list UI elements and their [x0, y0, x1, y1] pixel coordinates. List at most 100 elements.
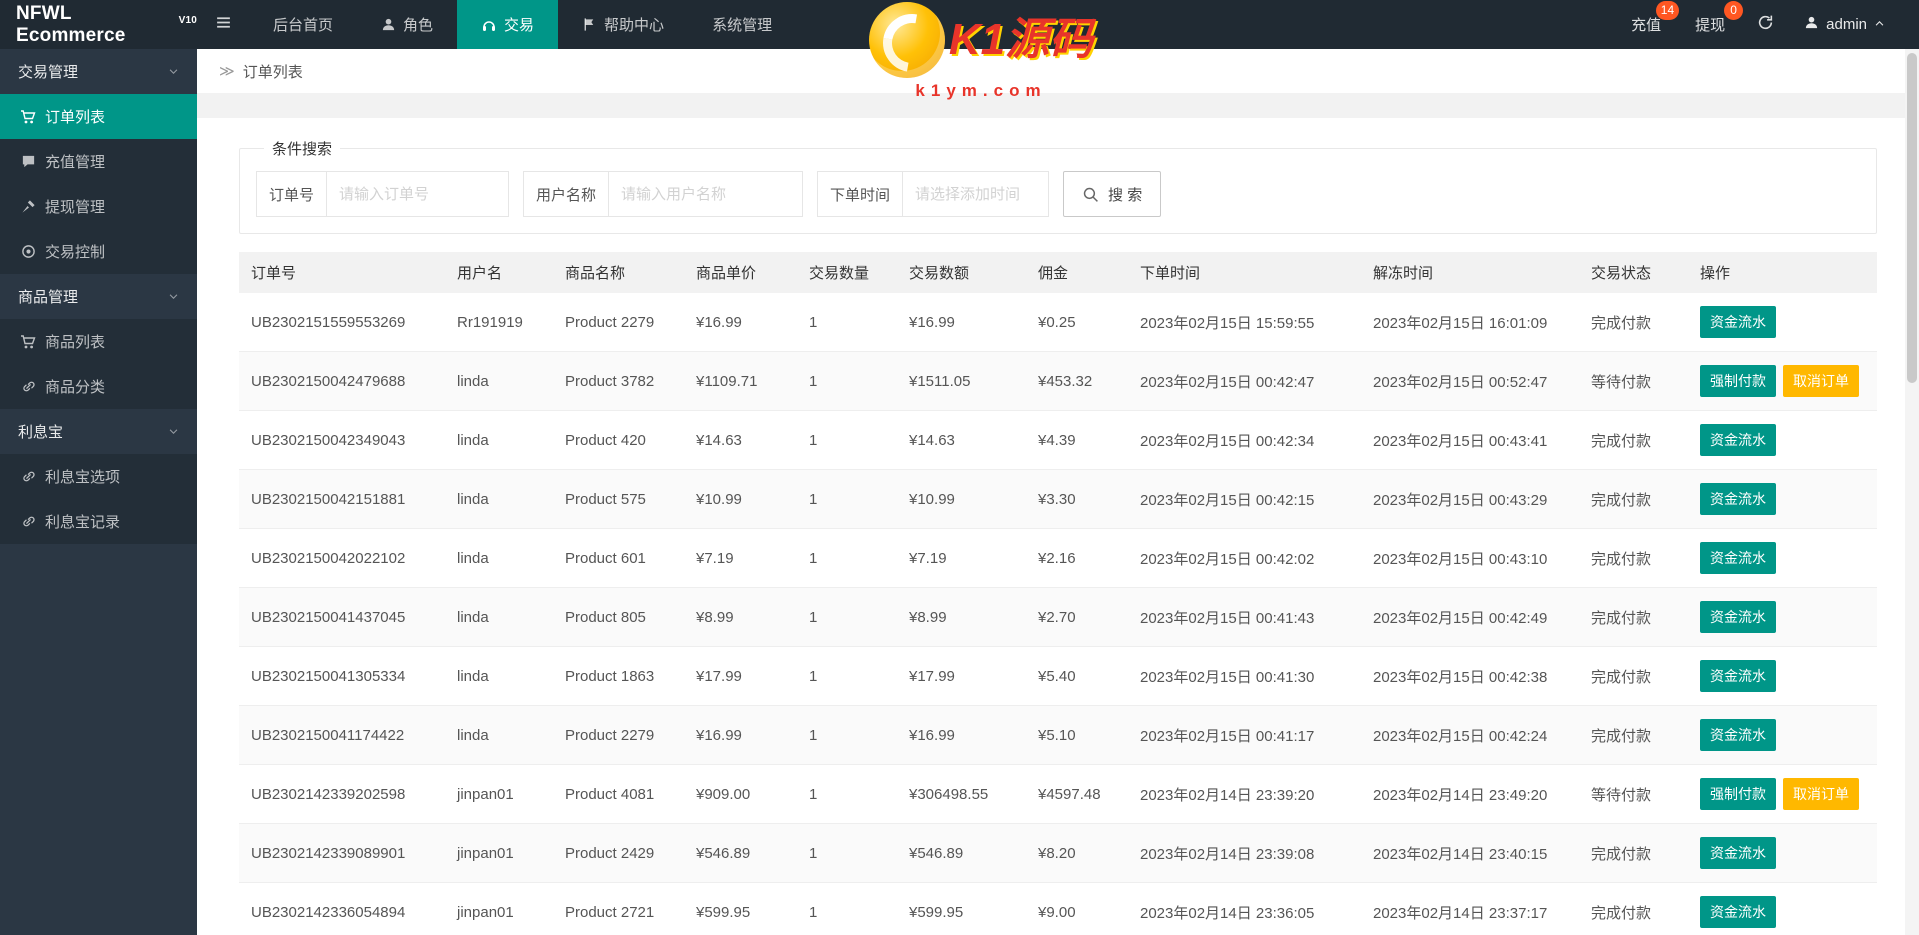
cell-unfreeze-time: 2023年02月14日 23:37:17: [1361, 882, 1579, 935]
cell-username: linda: [445, 587, 553, 647]
cell-amount: ¥10.99: [897, 469, 1026, 529]
fund-flow-button[interactable]: 资金流水: [1700, 306, 1776, 338]
link-icon: [20, 514, 36, 529]
flag-icon: [582, 17, 597, 32]
sidebar-item-product-list[interactable]: 商品列表: [0, 319, 197, 364]
table-row: UB2302142339089901 jinpan01 Product 2429 ¥5…: [239, 823, 1877, 883]
nav-item-home[interactable]: 后台首页: [249, 0, 357, 49]
sidebar-item-trade-control[interactable]: 交易控制: [0, 229, 197, 274]
cell-order-time: 2023年02月15日 00:41:43: [1128, 587, 1361, 647]
sidebar-item-product-category[interactable]: 商品分类: [0, 364, 197, 409]
table-row: UB2302142336054894 jinpan01 Product 2721 ¥5…: [239, 882, 1877, 935]
sidebar-group-label: 商品管理: [18, 289, 79, 306]
cancel-order-button[interactable]: 取消订单: [1783, 778, 1859, 810]
fund-flow-button[interactable]: 资金流水: [1700, 837, 1776, 869]
cell-actions: 资金流水: [1688, 293, 1877, 352]
cell-username: jinpan01: [445, 823, 553, 883]
sidebar-group-trade-manage[interactable]: 交易管理: [0, 49, 197, 94]
sidebar-item-withdraw-manage[interactable]: 提现管理: [0, 184, 197, 229]
cell-qty: 1: [797, 293, 897, 352]
fund-flow-button[interactable]: 资金流水: [1700, 660, 1776, 692]
cell-status: 完成付款: [1579, 469, 1688, 529]
recharge-button[interactable]: 充值 14: [1629, 1, 1680, 39]
cell-actions: 资金流水: [1688, 587, 1877, 647]
brand-text: NFWL Ecommerce: [16, 2, 126, 46]
fund-flow-button[interactable]: 资金流水: [1700, 601, 1776, 633]
breadcrumb-icon: ≫: [219, 63, 235, 80]
hamburger-button[interactable]: [197, 0, 249, 49]
cell-amount: ¥1511.05: [897, 351, 1026, 411]
nav-item-help[interactable]: 帮助中心: [558, 0, 688, 49]
cell-status: 完成付款: [1579, 410, 1688, 470]
cancel-order-button[interactable]: 取消订单: [1783, 365, 1859, 397]
comment-icon: [20, 154, 36, 169]
sidebar-group-lixibao[interactable]: 利息宝: [0, 409, 197, 454]
cell-price: ¥14.63: [684, 410, 797, 470]
column-header: 交易数额: [897, 252, 1026, 293]
sidebar-group-label: 利息宝: [18, 424, 64, 441]
table-row: UB2302150041174422 linda Product 2279 ¥16.9…: [239, 705, 1877, 765]
cell-product: Product 2279: [553, 705, 684, 765]
nav-item-label: 交易: [504, 17, 535, 34]
order-no-input[interactable]: [326, 171, 510, 217]
column-header: 商品单价: [684, 252, 797, 293]
force-pay-button[interactable]: 强制付款: [1700, 778, 1776, 810]
cell-commission: ¥5.10: [1026, 705, 1128, 765]
column-header: 订单号: [239, 252, 445, 293]
nav-item-label: 帮助中心: [604, 17, 665, 34]
sidebar-item-lixibao-options[interactable]: 利息宝选项: [0, 454, 197, 499]
cell-actions: 资金流水: [1688, 410, 1877, 470]
sidebar-item-lixibao-records[interactable]: 利息宝记录: [0, 499, 197, 544]
sidebar-item-recharge-manage[interactable]: 充值管理: [0, 139, 197, 184]
nav-item-role[interactable]: 角色: [357, 0, 457, 49]
cell-product: Product 575: [553, 469, 684, 529]
cell-amount: ¥8.99: [897, 587, 1026, 647]
fund-flow-button[interactable]: 资金流水: [1700, 424, 1776, 456]
cell-amount: ¥14.63: [897, 410, 1026, 470]
sidebar-group-product-manage[interactable]: 商品管理: [0, 274, 197, 319]
order-time-input[interactable]: [902, 171, 1050, 217]
cell-status: 完成付款: [1579, 823, 1688, 883]
search-button[interactable]: 搜 索: [1063, 171, 1162, 217]
table-row: UB2302150042022102 linda Product 601 ¥7.19 1…: [239, 528, 1877, 588]
nav-item-trade[interactable]: 交易: [457, 0, 559, 49]
fund-flow-button[interactable]: 资金流水: [1700, 896, 1776, 928]
scrollbar-thumb[interactable]: [1907, 53, 1917, 383]
fund-flow-button[interactable]: 资金流水: [1700, 542, 1776, 574]
nav-item-system[interactable]: 系统管理: [688, 0, 796, 49]
cell-status: 完成付款: [1579, 587, 1688, 647]
search-field-label-order-no: 订单号: [256, 171, 328, 217]
topbar-nav: 后台首页 角色 交易 帮助中心 系统管理: [249, 0, 796, 49]
chevron-down-icon: [168, 66, 179, 77]
search-field-username: 用户名称: [523, 171, 804, 217]
cell-order-no: UB2302142339089901: [239, 823, 445, 883]
cell-qty: 1: [797, 646, 897, 706]
cell-order-no: UB2302150042151881: [239, 469, 445, 529]
cell-order-no: UB2302150041437045: [239, 587, 445, 647]
fund-flow-button[interactable]: 资金流水: [1700, 483, 1776, 515]
fund-flow-button[interactable]: 资金流水: [1700, 719, 1776, 751]
cell-username: linda: [445, 410, 553, 470]
refresh-button[interactable]: [1757, 14, 1774, 36]
username-input[interactable]: [608, 171, 804, 217]
cell-order-time: 2023年02月14日 23:39:20: [1128, 764, 1361, 824]
user-menu[interactable]: admin: [1804, 15, 1885, 34]
force-pay-button[interactable]: 强制付款: [1700, 365, 1776, 397]
cell-product: Product 601: [553, 528, 684, 588]
withdraw-button[interactable]: 提现 0: [1693, 1, 1744, 39]
search-field-order-time: 下单时间: [817, 171, 1050, 217]
scrollbar-track[interactable]: [1905, 49, 1919, 935]
table-header-row: 订单号 用户名 商品名称 商品单价 交易数量 交易数额 佣金 下单时间 解冻时间 交易状态 操作: [239, 252, 1877, 293]
link-icon: [20, 379, 36, 394]
sidebar-item-label: 利息宝记录: [45, 514, 121, 531]
cell-status: 完成付款: [1579, 528, 1688, 588]
orders-table-body: UB2302151559553269 Rr191919 Product 2279 ¥1…: [239, 293, 1877, 935]
chevron-down-icon: [168, 426, 179, 437]
search-field-label-username: 用户名称: [523, 171, 610, 217]
sidebar-item-order-list[interactable]: 订单列表: [0, 94, 197, 139]
cell-commission: ¥0.25: [1026, 293, 1128, 352]
column-header: 解冻时间: [1361, 252, 1579, 293]
cell-price: ¥599.95: [684, 882, 797, 935]
orders-table-head: 订单号 用户名 商品名称 商品单价 交易数量 交易数额 佣金 下单时间 解冻时间 交易状态 操作: [239, 252, 1877, 293]
withdraw-badge: 0: [1724, 1, 1744, 20]
